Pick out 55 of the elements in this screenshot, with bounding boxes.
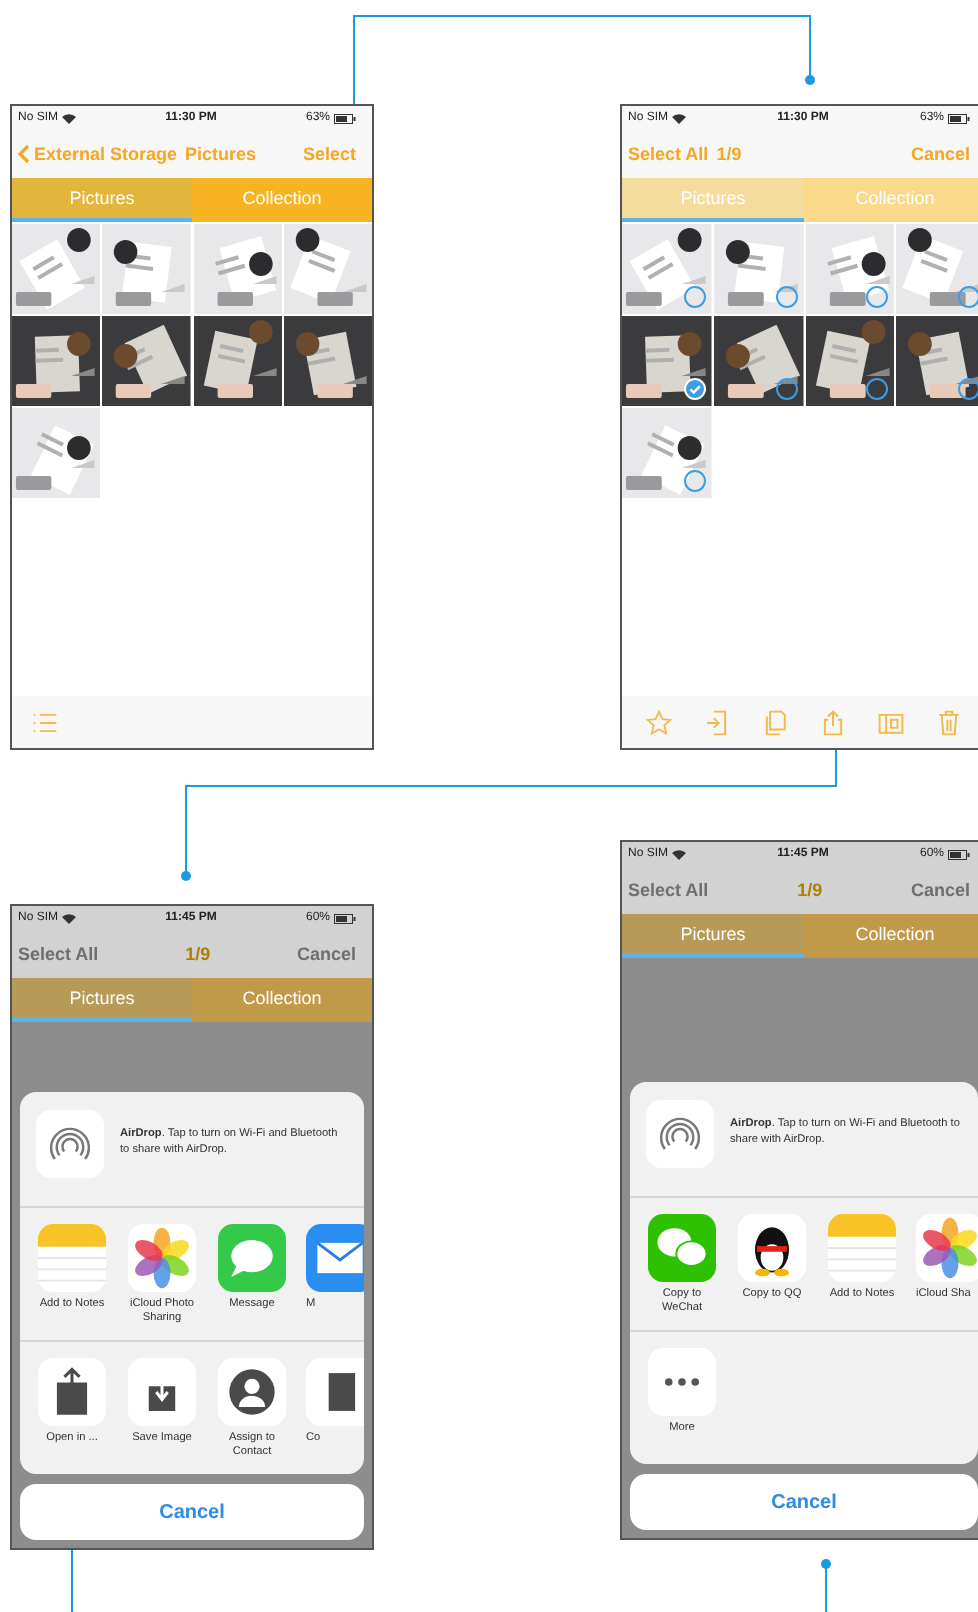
upload-icon <box>38 1358 106 1426</box>
selection-circle[interactable] <box>775 378 797 400</box>
flower-icon <box>128 1224 196 1292</box>
import-icon[interactable] <box>704 709 730 735</box>
nav-button[interactable]: Select All <box>18 944 99 964</box>
nav-button[interactable]: External Storage <box>18 144 178 164</box>
contact-icon <box>218 1358 286 1426</box>
tab[interactable]: Collection <box>192 178 372 222</box>
battery-icon <box>948 113 970 123</box>
tab[interactable]: Collection <box>804 914 978 958</box>
copy-icon[interactable] <box>762 709 788 735</box>
nav-title: 1/9 <box>716 144 742 164</box>
battery-icon <box>334 913 356 923</box>
connector-line <box>71 1549 73 1612</box>
tab[interactable]: Pictures <box>12 978 192 1022</box>
cancel-button[interactable]: Cancel <box>630 1474 978 1530</box>
penguin-icon <box>738 1214 806 1282</box>
star-icon[interactable] <box>646 709 672 735</box>
chat-bubbles-icon <box>648 1214 716 1282</box>
list-icon[interactable] <box>32 709 58 735</box>
trash-icon[interactable] <box>936 709 962 735</box>
wifi-icon <box>62 913 77 923</box>
flower-icon <box>916 1214 978 1282</box>
folder-icon[interactable] <box>878 709 904 735</box>
nav-button[interactable]: Cancel <box>296 944 356 964</box>
notepad-icon <box>828 1214 896 1282</box>
tab[interactable]: Pictures <box>12 178 192 222</box>
airdrop-icon <box>646 1100 714 1168</box>
nav-button[interactable]: Select All <box>628 880 709 900</box>
wifi-icon <box>62 113 77 123</box>
nav-title: 1/9 <box>183 944 213 964</box>
document-icon <box>306 1358 364 1426</box>
wifi-icon <box>672 113 687 123</box>
nav-button[interactable]: Select All <box>628 144 709 164</box>
nav-button[interactable]: Cancel <box>910 144 970 164</box>
nav-button[interactable]: Select <box>302 144 356 164</box>
speech-bubble-icon <box>218 1224 286 1292</box>
more-icon <box>648 1348 716 1416</box>
cancel-button[interactable]: Cancel <box>20 1484 364 1540</box>
download-icon <box>128 1358 196 1426</box>
nav-button[interactable]: Cancel <box>910 880 970 900</box>
connector-line <box>821 1559 831 1612</box>
tab[interactable]: Pictures <box>622 914 804 958</box>
envelope-icon <box>306 1224 364 1292</box>
notepad-icon <box>38 1224 106 1292</box>
wifi-icon <box>672 849 687 859</box>
back-chevron-icon <box>18 144 30 164</box>
share-icon[interactable] <box>820 709 846 735</box>
nav-title: 1/9 <box>795 880 825 900</box>
selection-circle[interactable] <box>958 378 978 400</box>
battery-icon <box>948 849 970 859</box>
battery-icon <box>334 113 356 123</box>
tab[interactable]: Collection <box>192 978 372 1022</box>
airdrop-icon <box>36 1110 104 1178</box>
nav-title: Pictures <box>185 144 257 164</box>
